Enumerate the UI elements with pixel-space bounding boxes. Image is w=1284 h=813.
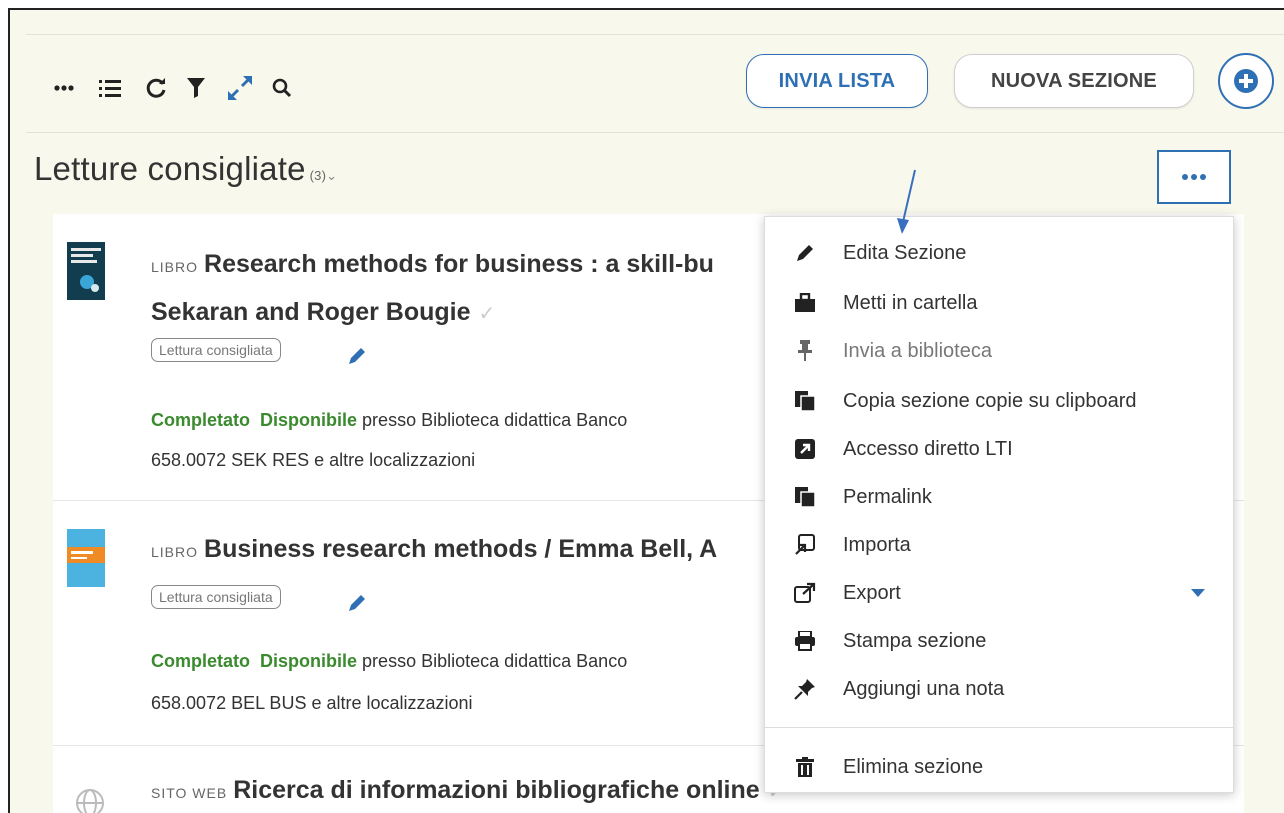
pin-icon — [793, 339, 817, 363]
tag-label: Lettura consigliata — [151, 338, 281, 362]
section-header[interactable]: Letture consigliate (3)⌄ — [34, 150, 337, 188]
pencil-icon — [793, 241, 817, 265]
availability-line: Completato Disponibile presso Biblioteca… — [151, 410, 628, 430]
search-icon[interactable] — [268, 74, 296, 102]
section-title: Letture consigliate — [34, 150, 306, 187]
menu-item-lti-access[interactable]: Accesso diretto LTI — [765, 427, 1233, 471]
item-title-continuation[interactable]: Sekaran and Roger Bougie ✓ — [151, 298, 495, 327]
toolbar-divider — [26, 132, 1284, 133]
book-cover-thumbnail — [67, 529, 105, 587]
chevron-down-icon[interactable]: ⌄ — [326, 168, 337, 183]
status-text: Completato — [151, 410, 250, 430]
refresh-icon[interactable] — [142, 74, 170, 102]
send-list-button[interactable]: INVIA LISTA — [746, 54, 928, 108]
section-count: (3) — [309, 168, 327, 183]
list-view-icon[interactable] — [96, 74, 124, 102]
filter-icon[interactable] — [182, 74, 210, 102]
edit-tag-icon[interactable] — [347, 346, 367, 366]
availability-line: Completato Disponibile presso Biblioteca… — [151, 651, 628, 671]
availability-status: Disponibile — [260, 410, 358, 430]
section-actions-button[interactable] — [1157, 150, 1231, 204]
more-options-icon[interactable] — [50, 74, 78, 102]
menu-divider — [765, 727, 1233, 728]
reading-list-panel: INVIA LISTA NUOVA SEZIONE Letture consig… — [8, 8, 1284, 813]
edit-tag-icon[interactable] — [347, 593, 367, 613]
item-title[interactable]: LIBRO Business research methods / Emma Be… — [151, 535, 717, 564]
book-cover-thumbnail — [67, 242, 105, 300]
print-icon — [793, 629, 817, 653]
plus-icon — [1234, 69, 1258, 93]
menu-item-copy-clipboard[interactable]: Copia sezione copie su clipboard — [765, 379, 1233, 423]
external-link-icon — [793, 581, 817, 605]
menu-item-send-to-library[interactable]: Invia a biblioteca — [765, 329, 1233, 373]
chevron-down-icon[interactable] — [1191, 589, 1205, 597]
thumbtack-icon — [793, 677, 817, 701]
copy-icon — [793, 389, 817, 413]
menu-item-export[interactable]: Export — [765, 571, 1233, 615]
globe-icon — [76, 789, 104, 813]
top-divider — [26, 34, 1284, 35]
item-type: LIBRO — [151, 544, 199, 560]
menu-item-print-section[interactable]: Stampa sezione — [765, 619, 1233, 663]
copy-icon — [793, 485, 817, 509]
item-type: SITO WEB — [151, 785, 228, 801]
new-section-button[interactable]: NUOVA SEZIONE — [954, 54, 1194, 108]
menu-item-add-note[interactable]: Aggiungi una nota — [765, 667, 1233, 711]
status-text: Completato — [151, 651, 250, 671]
menu-item-permalink[interactable]: Permalink — [765, 475, 1233, 519]
menu-item-edit-section[interactable]: Edita Sezione — [765, 231, 1233, 275]
check-icon: ✓ — [478, 303, 496, 325]
item-title[interactable]: SITO WEB Ricerca di informazioni bibliogr… — [151, 776, 784, 805]
menu-item-delete-section[interactable]: Elimina sezione — [765, 745, 1233, 789]
tag-label: Lettura consigliata — [151, 585, 281, 609]
external-square-icon — [793, 437, 817, 461]
briefcase-icon — [793, 291, 817, 315]
menu-item-import[interactable]: Importa — [765, 523, 1233, 567]
import-icon — [793, 533, 817, 557]
item-type: LIBRO — [151, 259, 199, 275]
trash-icon — [793, 755, 817, 779]
item-title[interactable]: LIBRO Research methods for business : a s… — [151, 250, 714, 279]
menu-item-add-to-folder[interactable]: Metti in cartella — [765, 281, 1233, 325]
call-number: 658.0072 SEK RES e altre localizzazioni — [151, 450, 476, 470]
add-item-button[interactable] — [1218, 53, 1274, 109]
availability-status: Disponibile — [260, 651, 358, 671]
expand-icon[interactable] — [226, 74, 254, 102]
section-actions-menu: Edita Sezione Metti in cartella Invia a … — [764, 216, 1234, 793]
call-number: 658.0072 BEL BUS e altre localizzazioni — [151, 693, 473, 713]
